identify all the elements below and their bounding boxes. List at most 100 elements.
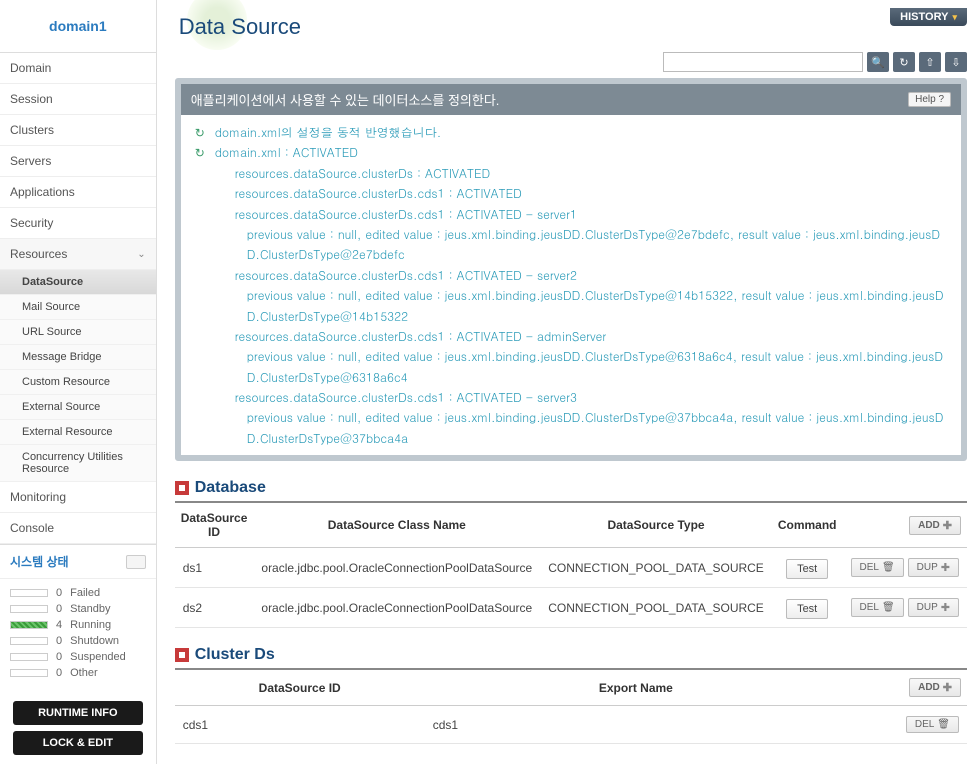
import-icon[interactable]: ⇩ — [945, 52, 967, 72]
message-line: previous value : null, edited value : je… — [195, 408, 947, 449]
nav-resources-label: Resources — [10, 247, 67, 261]
nav-resources[interactable]: Resources ⌄ — [0, 239, 156, 270]
status-failed: 0Failed — [10, 585, 146, 601]
subnav-messagebridge[interactable]: Message Bridge — [0, 345, 156, 370]
cell-command: Test — [772, 588, 843, 628]
message-text: domain.xml : ACTIVATED — [215, 143, 947, 163]
cds-col-actions: ADD✚ — [847, 670, 967, 706]
cell-class: oracle.jdbc.pool.OracleConnectionPoolDat… — [253, 548, 540, 588]
dup-button[interactable]: DUP ✚ — [908, 558, 959, 577]
db-col-type: DataSource Type — [540, 503, 772, 548]
test-button[interactable]: Test — [786, 599, 828, 619]
cds-col-id: DataSource ID — [175, 670, 425, 706]
plus-icon: ✚ — [941, 561, 950, 574]
subnav-concurrency[interactable]: Concurrency Utilities Resource — [0, 445, 156, 482]
message-text: previous value : null, edited value : je… — [215, 286, 947, 327]
cell-type: CONNECTION_POOL_DATA_SOURCE — [540, 548, 772, 588]
message-line: previous value : null, edited value : je… — [195, 225, 947, 266]
database-section: Database DataSource ID DataSource Class … — [175, 479, 967, 628]
message-text: resources.dataSource.clusterDs.cds1 : AC… — [215, 388, 947, 408]
message-text: previous value : null, edited value : je… — [215, 225, 947, 266]
subnav-externalsource[interactable]: External Source — [0, 395, 156, 420]
refresh-icon — [195, 205, 209, 225]
message-line: resources.dataSource.clusterDs.cds1 : AC… — [195, 327, 947, 347]
message-line: previous value : null, edited value : je… — [195, 286, 947, 327]
dup-button[interactable]: DUP ✚ — [908, 598, 959, 617]
status-toggle-icon[interactable] — [126, 555, 146, 569]
test-button[interactable]: Test — [786, 559, 828, 579]
clusterds-section: Cluster Ds DataSource ID Export Name ADD… — [175, 646, 967, 744]
nav-applications[interactable]: Applications — [0, 177, 156, 208]
subnav-mailsource[interactable]: Mail Source — [0, 295, 156, 320]
database-table: DataSource ID DataSource Class Name Data… — [175, 503, 967, 628]
panel-header: 애플리케이션에서 사용할 수 있는 데이터소스를 정의한다. Help ? — [181, 84, 961, 115]
db-col-command: Command — [772, 503, 843, 548]
message-line: resources.dataSource.clusterDs.cds1 : AC… — [195, 184, 947, 204]
message-line: resources.dataSource.clusterDs.cds1 : AC… — [195, 266, 947, 286]
refresh-icon — [195, 164, 209, 184]
cell-type: CONNECTION_POOL_DATA_SOURCE — [540, 588, 772, 628]
message-text: resources.dataSource.clusterDs.cds1 : AC… — [215, 266, 947, 286]
message-panel: 애플리케이션에서 사용할 수 있는 데이터소스를 정의한다. Help ? ↻ d… — [175, 78, 967, 461]
delete-icon: 🗑 — [882, 602, 895, 613]
search-icon[interactable]: 🔍 — [867, 52, 889, 72]
plus-icon: ✚ — [943, 519, 952, 532]
cds-col-export: Export Name — [425, 670, 847, 706]
cell-actions: DEL 🗑DUP ✚ — [843, 548, 968, 588]
export-icon[interactable]: ⇧ — [919, 52, 941, 72]
refresh-icon: ↻ — [195, 123, 209, 143]
nav-clusters[interactable]: Clusters — [0, 115, 156, 146]
runtime-info-button[interactable]: RUNTIME INFO — [13, 701, 143, 725]
message-text: resources.dataSource.clusterDs.cds1 : AC… — [215, 205, 947, 225]
add-button[interactable]: ADD✚ — [909, 516, 961, 535]
system-status-header: 시스템 상태 — [0, 544, 156, 579]
db-col-actions: ADD✚ — [843, 503, 968, 548]
subnav-customresource[interactable]: Custom Resource — [0, 370, 156, 395]
message-text: previous value : null, edited value : je… — [215, 408, 947, 449]
section-icon — [175, 648, 189, 662]
nav-servers[interactable]: Servers — [0, 146, 156, 177]
subnav-externalresource[interactable]: External Resource — [0, 420, 156, 445]
history-button[interactable]: HISTORY ▾ — [890, 8, 967, 26]
search-input[interactable] — [663, 52, 863, 72]
message-line: ↻ domain.xml의 설정을 동적 반영했습니다. — [195, 123, 947, 143]
status-other: 0Other — [10, 665, 146, 681]
message-line: resources.dataSource.clusterDs.cds1 : AC… — [195, 205, 947, 225]
nav-domain[interactable]: Domain — [0, 53, 156, 84]
add-button[interactable]: ADD✚ — [909, 678, 961, 697]
chevron-down-icon: ⌄ — [137, 249, 145, 260]
chevron-down-icon: ▾ — [952, 12, 957, 23]
page-title: Data Source — [175, 8, 301, 46]
message-line: previous value : null, edited value : je… — [195, 347, 947, 388]
subnav-urlsource[interactable]: URL Source — [0, 320, 156, 345]
cell-id: ds1 — [175, 548, 254, 588]
nav-session[interactable]: Session — [0, 84, 156, 115]
refresh-icon — [195, 286, 209, 327]
del-button[interactable]: DEL 🗑 — [906, 716, 959, 733]
del-button[interactable]: DEL 🗑 — [851, 558, 904, 577]
toolbar: 🔍 ↻ ⇧ ⇩ — [175, 52, 967, 72]
history-label: HISTORY — [900, 11, 948, 23]
help-button[interactable]: Help ? — [908, 92, 951, 107]
delete-icon: 🗑 — [882, 562, 895, 573]
nav-security[interactable]: Security — [0, 208, 156, 239]
lock-edit-button[interactable]: LOCK & EDIT — [13, 731, 143, 755]
refresh-icon — [195, 347, 209, 388]
nav-monitoring[interactable]: Monitoring — [0, 482, 156, 513]
message-text: domain.xml의 설정을 동적 반영했습니다. — [215, 123, 947, 143]
subnav-datasource[interactable]: DataSource — [0, 270, 156, 295]
resources-submenu: DataSource Mail Source URL Source Messag… — [0, 270, 156, 482]
table-row: ds2oracle.jdbc.pool.OracleConnectionPool… — [175, 588, 967, 628]
message-text: resources.dataSource.clusterDs.cds1 : AC… — [215, 327, 947, 347]
refresh-icon[interactable]: ↻ — [893, 52, 915, 72]
message-text: resources.dataSource.clusterDs : ACTIVAT… — [215, 164, 947, 184]
nav-console[interactable]: Console — [0, 513, 156, 544]
cell-actions: DEL 🗑 — [847, 706, 967, 744]
message-line: resources.dataSource.clusterDs : ACTIVAT… — [195, 164, 947, 184]
refresh-icon — [195, 184, 209, 204]
panel-description: 애플리케이션에서 사용할 수 있는 데이터소스를 정의한다. — [191, 90, 500, 109]
main-content: Data Source HISTORY ▾ 🔍 ↻ ⇧ ⇩ 애플리케이션에서 사… — [157, 0, 977, 764]
refresh-icon: ↻ — [195, 143, 209, 163]
del-button[interactable]: DEL 🗑 — [851, 598, 904, 617]
plus-icon: ✚ — [941, 601, 950, 614]
